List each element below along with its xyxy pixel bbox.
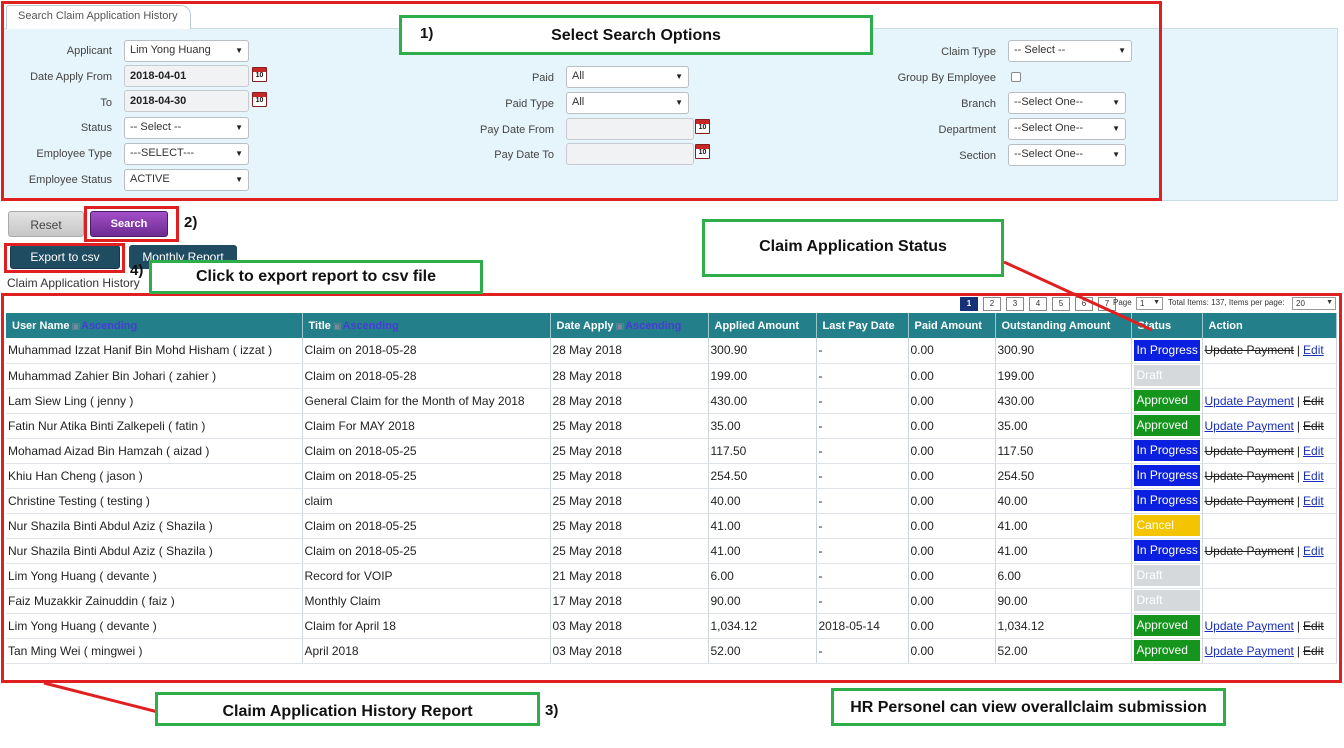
- export-hint-callout: Click to export report to csv file: [149, 260, 483, 294]
- report-frame: [1, 293, 1342, 683]
- history-report-callout: Claim Application History Report: [155, 692, 540, 726]
- search-button-frame: [84, 206, 179, 242]
- step-2-marker: 2): [184, 214, 198, 231]
- step-1-marker: 1): [420, 25, 434, 42]
- hr-view-callout: HR Personel can view overallclaim submis…: [831, 688, 1226, 726]
- claim-status-callout: Claim Application Status: [702, 219, 1004, 277]
- search-panel-tab[interactable]: Search Claim Application History: [6, 5, 191, 29]
- export-button-frame: [4, 243, 125, 273]
- report-pointer-line: [43, 681, 159, 714]
- step-3-marker: 3): [545, 702, 559, 719]
- select-options-callout: Select Search Options: [399, 15, 873, 55]
- step-4-marker: 4): [130, 262, 144, 279]
